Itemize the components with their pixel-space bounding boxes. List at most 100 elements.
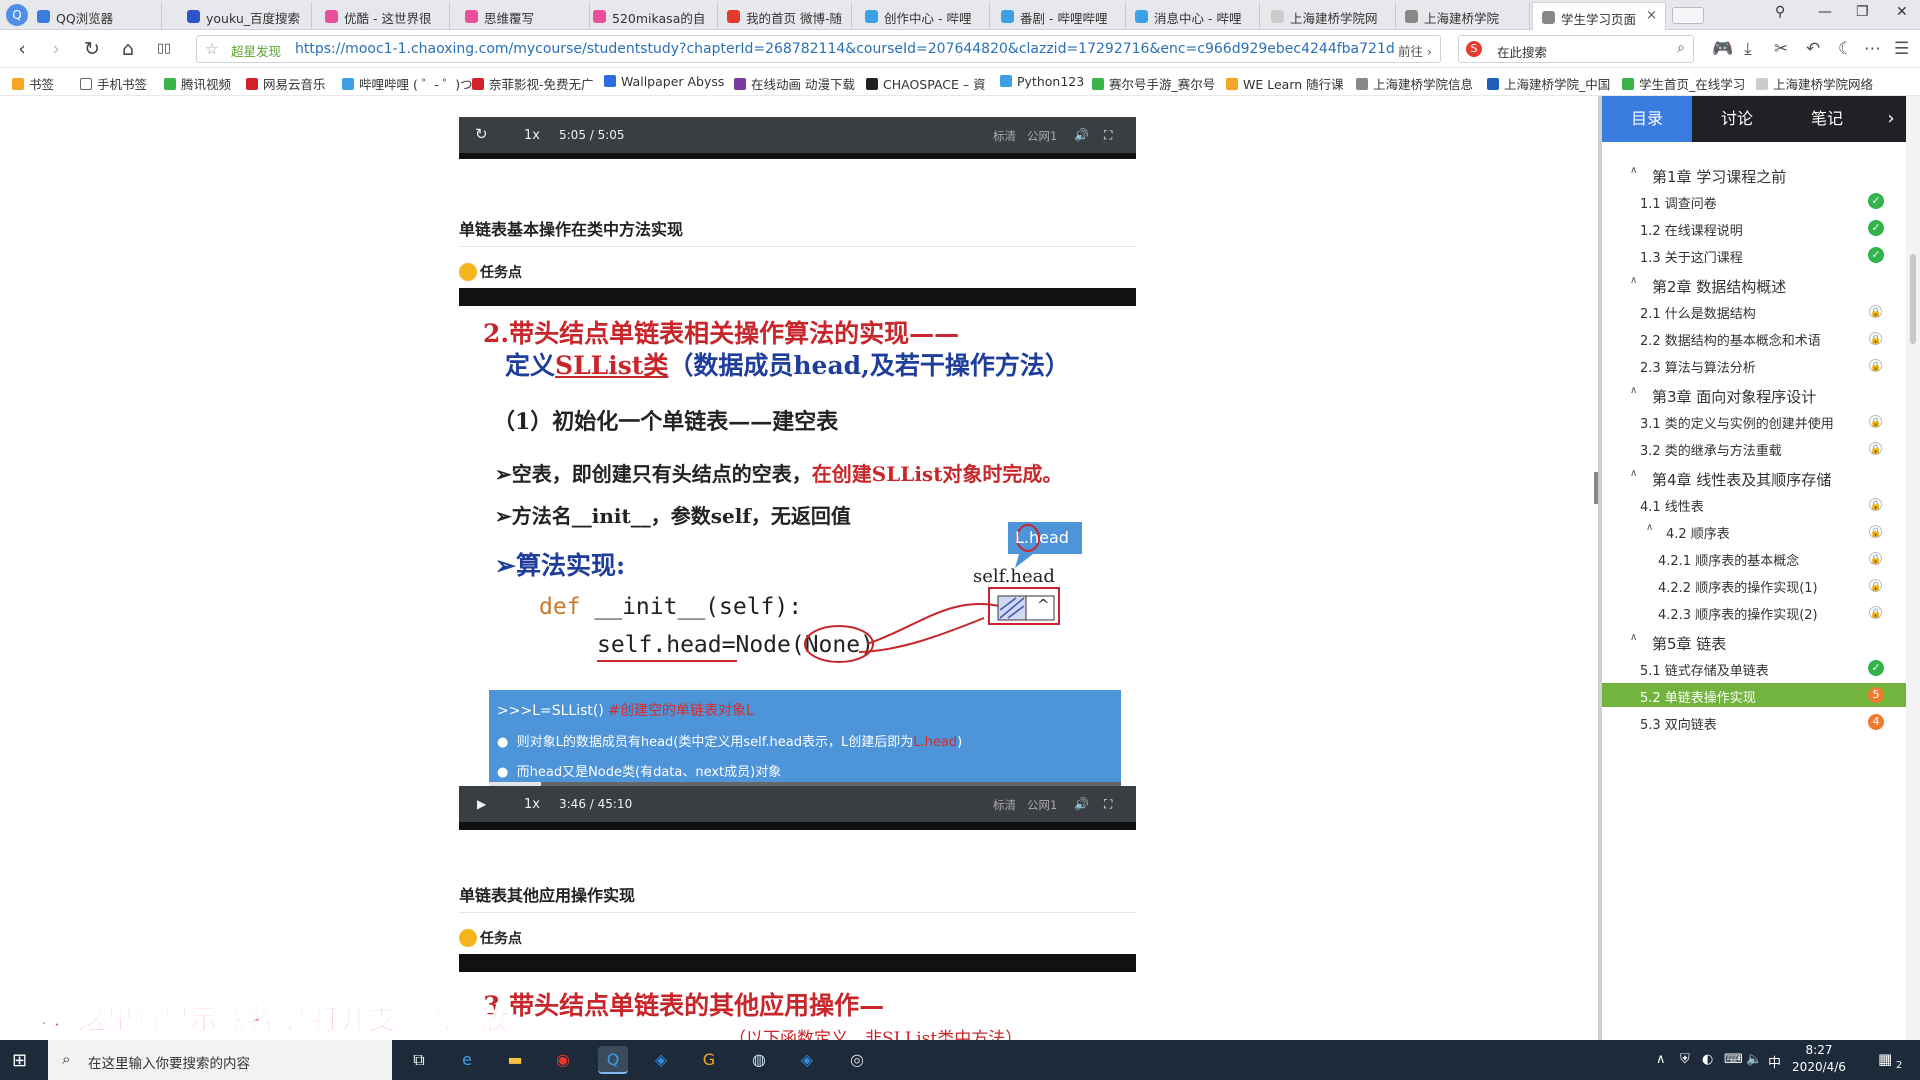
toc-chapter[interactable]: ∧ 第2章 数据结构概述 [1602, 272, 1906, 296]
qq-icon[interactable]: ◉ [548, 1046, 578, 1074]
toc-item[interactable]: 1.2 在线课程说明 ✓ [1602, 216, 1906, 240]
bookmark-item[interactable]: 赛尔号手游_赛尔号 [1092, 74, 1215, 93]
menu-icon[interactable]: ☰ [1894, 39, 1909, 59]
download-icon[interactable]: ⤓ [1744, 39, 1752, 59]
browser-logo-icon[interactable]: Q [6, 4, 28, 26]
bookmark-item[interactable]: 腾讯视频 [164, 74, 231, 93]
chevron-up-icon[interactable]: ∧ [1630, 165, 1637, 176]
toc-item[interactable]: 2.3 算法与算法分析 🔒 [1602, 353, 1906, 377]
network-icon[interactable]: ⌨ [1724, 1052, 1743, 1067]
toc-chapter[interactable]: ∧ 第5章 链表 [1602, 629, 1906, 653]
page-scrollbar[interactable] [1906, 96, 1920, 1040]
search-box[interactable]: S 在此搜索 ⌕ [1458, 35, 1694, 63]
url-text[interactable]: https://mooc1-1.chaoxing.com/mycourse/st… [295, 41, 1395, 57]
more-icon[interactable]: ⋯ [1864, 39, 1881, 59]
bookmark-item[interactable]: WE Learn 随行课 [1226, 74, 1344, 93]
minimize-button[interactable]: — [1818, 4, 1832, 20]
forward-button[interactable]: › [44, 37, 68, 61]
replay-icon[interactable]: ↻ [475, 125, 488, 143]
go-button[interactable]: 前往 › [1398, 41, 1432, 60]
tab-notes[interactable]: 笔记 [1782, 96, 1872, 142]
tab-9[interactable]: 消息中心 - 哔哩 [1126, 2, 1260, 30]
toc-item[interactable]: 2.1 什么是数据结构 🔒 [1602, 299, 1906, 323]
security-icon[interactable]: ⛨ [1680, 1052, 1690, 1067]
toc-item[interactable]: 1.3 关于这门课程 ✓ [1602, 243, 1906, 267]
chevron-up-icon[interactable]: ∧ [1630, 275, 1637, 286]
pycharm-icon[interactable]: ◈ [646, 1046, 676, 1074]
volume-icon[interactable]: 🔈 [1746, 1052, 1762, 1067]
volume-icon[interactable]: 🔊 [1074, 797, 1089, 811]
toc-item[interactable]: 5.3 双向链表 4 [1602, 710, 1906, 734]
notification-icon[interactable]: ▦ [1878, 1050, 1892, 1068]
pin-icon[interactable]: ⚲ [1775, 4, 1785, 20]
play-button[interactable]: ▶ [477, 797, 486, 811]
bookmark-item[interactable]: 奈菲影视-免费无广 [472, 74, 594, 93]
qq-browser-icon[interactable]: Q [598, 1046, 628, 1074]
chevron-up-icon[interactable]: ∧ [1630, 468, 1637, 479]
bookmark-item[interactable]: 上海建桥学院_中国 [1487, 74, 1610, 93]
tab-6[interactable]: 我的首页 微博-随 [718, 2, 852, 30]
bookmark-item[interactable]: 上海建桥学院网络 [1756, 74, 1873, 93]
close-tab-icon[interactable]: × [1646, 8, 1657, 23]
tab-10[interactable]: 上海建桥学院网 [1262, 2, 1396, 30]
game-icon[interactable]: 🎮 [1712, 39, 1733, 59]
fullscreen-icon[interactable]: ⛶ [1104, 797, 1112, 812]
tab-2[interactable]: youku_百度搜索 [178, 2, 312, 30]
lecture-slide-2[interactable]: 3.带头结点单链表的其他应用操作— （以下函数定义，非SLList类中方法） [459, 972, 1136, 1040]
line-button[interactable]: 公网1 [1027, 128, 1057, 144]
toc-chapter[interactable]: ∧ 第3章 面向对象程序设计 [1602, 382, 1906, 406]
tab-1[interactable]: QQ浏览器 [28, 2, 162, 30]
toc-item[interactable]: 4.2.2 顺序表的操作实现(1) 🔒 [1602, 573, 1906, 597]
toc-item[interactable]: ∧ 4.2 顺序表 🔒 [1602, 519, 1906, 543]
scrollbar-thumb[interactable] [1910, 254, 1916, 344]
quality-button[interactable]: 标清 [993, 797, 1016, 813]
night-mode-icon[interactable]: ☾ [1838, 39, 1853, 59]
tab-12[interactable]: 学生学习页面 × [1532, 2, 1666, 31]
taskbar-search[interactable]: ⌕ 在这里输入你要搜索的内容 [48, 1040, 392, 1080]
toc-item[interactable]: 1.1 调查问卷 ✓ [1602, 189, 1906, 213]
restore-button[interactable]: ❐ [1856, 4, 1869, 20]
fullscreen-icon[interactable]: ⛶ [1104, 128, 1112, 143]
tab-3[interactable]: 优酷 - 这世界很 [316, 2, 450, 30]
close-window-button[interactable]: ✕ [1896, 4, 1908, 20]
speed-button[interactable]: 1x [524, 128, 540, 143]
toc-item[interactable]: 5.1 链式存储及单链表 ✓ [1602, 656, 1906, 680]
vs-icon[interactable]: ◈ [792, 1046, 822, 1074]
chevron-up-icon[interactable]: ∧ [1630, 385, 1637, 396]
clock[interactable]: 8:27 2020/4/6 [1788, 1042, 1850, 1076]
obs-icon[interactable]: ◎ [842, 1046, 872, 1074]
back-button[interactable]: ‹ [10, 37, 34, 61]
taskbar-search-placeholder[interactable]: 在这里输入你要搜索的内容 [88, 1052, 250, 1072]
chevron-up-icon[interactable]: ∧ [1646, 522, 1653, 533]
bookmark-item[interactable]: 上海建桥学院信息 [1356, 74, 1473, 93]
tab-discussion[interactable]: 讨论 [1692, 96, 1782, 142]
weibo-icon[interactable]: ◐ [1702, 1052, 1713, 1067]
bookmark-item[interactable]: 哔哩哔哩 ( ゜- ゜)つ [342, 74, 473, 93]
bookmark-item[interactable]: 学生首页_在线学习 [1622, 74, 1745, 93]
toc-chapter[interactable]: ∧ 第1章 学习课程之前 [1602, 162, 1906, 186]
globe-icon[interactable]: ◍ [744, 1046, 774, 1074]
file-explorer-icon[interactable]: ▬ [500, 1046, 530, 1074]
bookmark-star-icon[interactable]: ☆ [205, 40, 218, 58]
chevron-right-icon[interactable]: › [1876, 96, 1906, 142]
tray-chevron-icon[interactable]: ∧ [1656, 1052, 1666, 1067]
speed-button[interactable]: 1x [524, 797, 540, 812]
tab-5[interactable]: 520mikasa的自 [584, 2, 718, 30]
tab-catalog[interactable]: 目录 [1602, 96, 1692, 142]
search-engine-icon[interactable]: S [1466, 41, 1482, 57]
reader-mode-button[interactable]: ▯▯ [152, 37, 176, 61]
bookmark-item[interactable]: 网易云音乐 [246, 74, 326, 93]
lecture-slide[interactable]: 2.带头结点单链表相关操作算法的实现—— 定义SLList类（数据成员head,… [459, 306, 1136, 786]
app-g-icon[interactable]: G [694, 1046, 724, 1074]
quality-button[interactable]: 标清 [993, 128, 1016, 144]
toc-item[interactable]: 3.1 类的定义与实例的创建并使用 🔒 [1602, 409, 1906, 433]
toc-item[interactable]: 4.1 线性表 🔒 [1602, 492, 1906, 516]
bookmark-item[interactable]: Wallpaper Abyss [604, 74, 724, 89]
task-view-icon[interactable]: ⧉ [404, 1046, 434, 1074]
volume-icon[interactable]: 🔊 [1074, 128, 1089, 142]
start-button[interactable]: ⊞ [12, 1050, 27, 1071]
toc-item[interactable]: 4.2.3 顺序表的操作实现(2) 🔒 [1602, 600, 1906, 624]
tab-4[interactable]: 思维覆写 [456, 2, 590, 30]
edge-icon[interactable]: e [452, 1046, 482, 1074]
toc-chapter[interactable]: ∧ 第4章 线性表及其顺序存储 [1602, 465, 1906, 489]
